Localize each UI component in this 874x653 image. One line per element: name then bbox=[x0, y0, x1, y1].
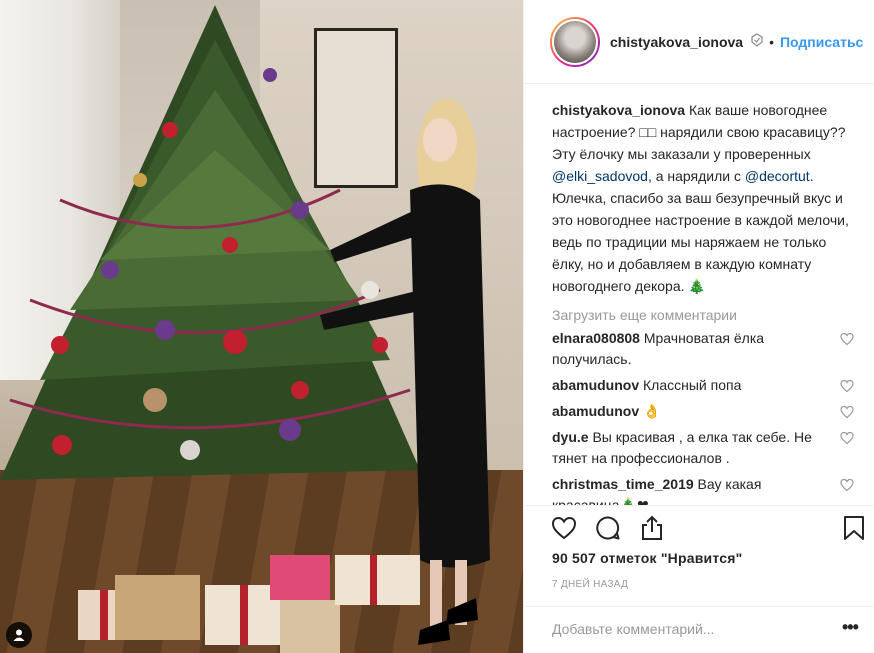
comment-like-icon[interactable] bbox=[840, 478, 854, 492]
header-separator: • bbox=[769, 33, 774, 50]
follow-button[interactable]: Подписатьс bbox=[780, 34, 863, 50]
comment-username[interactable]: dyu.e bbox=[552, 429, 589, 445]
comment-item: christmas_time_2019 Вау какая красавица🎄… bbox=[552, 474, 854, 505]
post-timestamp[interactable]: 7 ДНЕЙ НАЗАД bbox=[552, 579, 628, 590]
bookmark-icon[interactable] bbox=[840, 514, 868, 542]
likes-count[interactable]: 90 507 отметок "Нравится" bbox=[552, 550, 742, 566]
post-side-panel: chistyakova_ionova • Подписатьс chistyak… bbox=[523, 0, 874, 653]
more-options-button[interactable]: ••• bbox=[842, 617, 859, 638]
avatar[interactable] bbox=[552, 18, 598, 65]
caption-username[interactable]: chistyakova_ionova bbox=[552, 102, 685, 118]
christmas-tree-scene bbox=[0, 5, 490, 653]
header-username[interactable]: chistyakova_ionova bbox=[610, 34, 743, 50]
comment-like-icon[interactable] bbox=[840, 379, 854, 393]
comment-like-icon[interactable] bbox=[840, 431, 854, 445]
add-comment-bar: ••• bbox=[524, 606, 874, 653]
post-header: chistyakova_ionova • Подписатьс bbox=[524, 0, 874, 84]
comment-icon[interactable] bbox=[594, 514, 622, 542]
comment-text: Вы красивая , а елка так себе. Не тянет … bbox=[552, 429, 812, 466]
comments-section[interactable]: chistyakova_ionova Как ваше новогоднее н… bbox=[524, 85, 874, 505]
comment-item: dyu.e Вы красивая , а елка так себе. Не … bbox=[552, 427, 854, 469]
comment-item: abamudunov 👌 bbox=[552, 401, 854, 422]
comment-item: elnara080808 Мрачноватая ёлка получилась… bbox=[552, 328, 854, 370]
avatar-story-ring[interactable] bbox=[550, 16, 600, 67]
comment-username[interactable]: abamudunov bbox=[552, 403, 639, 419]
comment-username[interactable]: abamudunov bbox=[552, 377, 639, 393]
comment-item: abamudunov Классный попа bbox=[552, 375, 854, 396]
caption-text: Как ваше новогоднее настроение? □□ наряд… bbox=[552, 102, 849, 294]
comment-username[interactable]: elnara080808 bbox=[552, 330, 640, 346]
load-more-comments-button[interactable]: Загрузить еще комментарии bbox=[552, 307, 874, 323]
tagged-users-button[interactable] bbox=[6, 622, 32, 648]
post-actions-bar bbox=[524, 505, 874, 545]
share-icon[interactable] bbox=[638, 514, 666, 542]
mention-link[interactable]: @decortut bbox=[745, 168, 810, 184]
comment-like-icon[interactable] bbox=[840, 332, 854, 346]
heart-icon[interactable] bbox=[550, 514, 578, 542]
person-icon bbox=[13, 629, 25, 641]
post-photo[interactable] bbox=[0, 0, 523, 653]
add-comment-input[interactable] bbox=[552, 621, 822, 637]
comment-username[interactable]: christmas_time_2019 bbox=[552, 476, 694, 492]
comment-like-icon[interactable] bbox=[840, 405, 854, 419]
comment-text: Классный попа bbox=[643, 377, 742, 393]
comment-text: 👌 bbox=[643, 403, 661, 419]
verified-icon bbox=[751, 33, 763, 50]
post-caption: chistyakova_ionova Как ваше новогоднее н… bbox=[552, 99, 852, 297]
mention-link[interactable]: @elki_sadovod bbox=[552, 168, 648, 184]
